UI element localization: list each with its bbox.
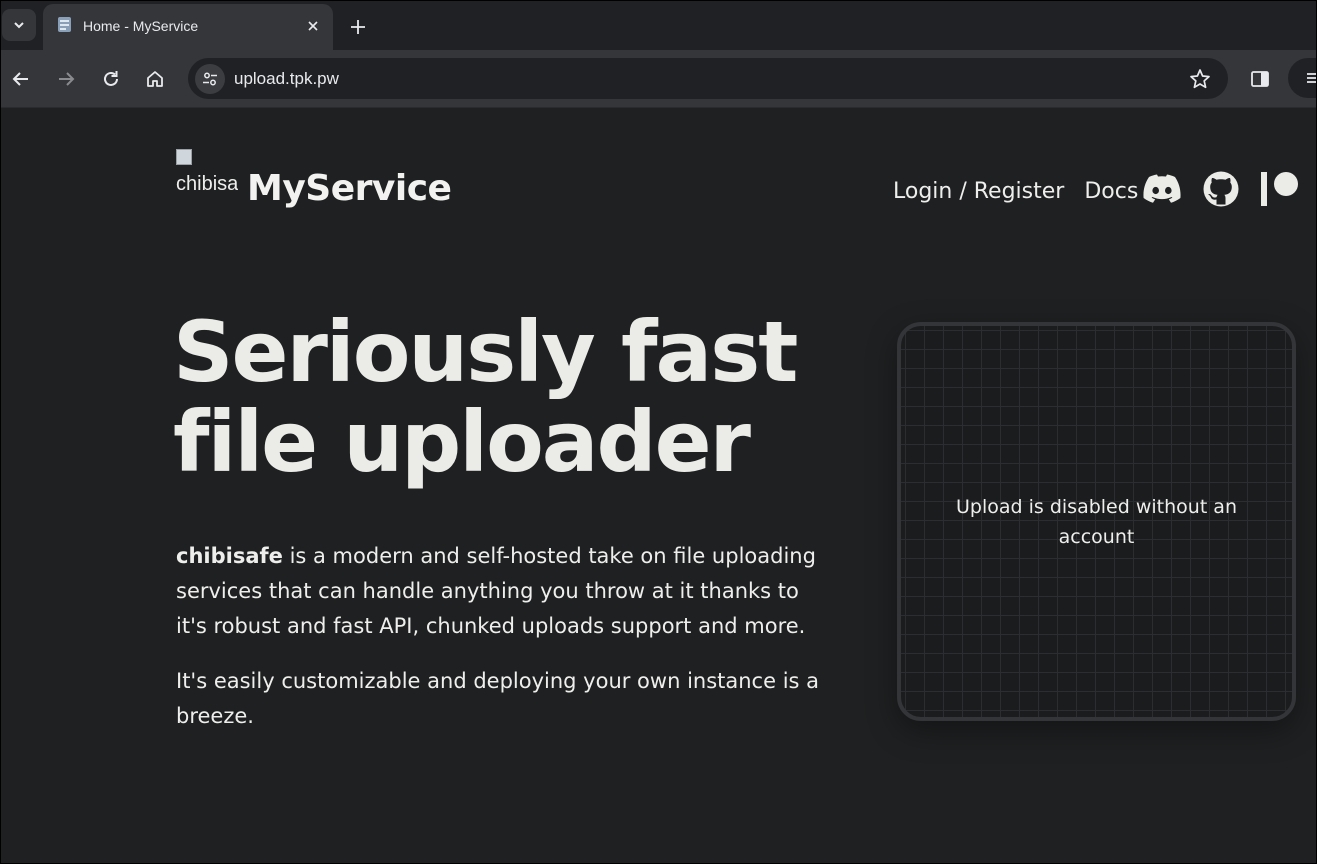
home-icon xyxy=(147,71,163,87)
arrow-right-icon xyxy=(59,72,75,86)
login-register-link[interactable]: Login / Register xyxy=(893,179,1064,204)
main-nav: Login / Register Docs xyxy=(893,173,1138,209)
back-button[interactable] xyxy=(6,64,36,94)
tab-title: Home - MyService xyxy=(83,18,199,34)
favicon-icon xyxy=(58,17,71,32)
extensions-button[interactable] xyxy=(1288,58,1316,98)
close-tab-button[interactable] xyxy=(303,16,323,36)
brand-name[interactable]: MyService xyxy=(247,168,452,209)
logo-image[interactable]: chibisafe logo xyxy=(176,149,238,227)
chevron-down-icon xyxy=(14,22,24,29)
tab-home[interactable]: Home - MyService xyxy=(43,4,333,50)
tab-strip: Home - MyService xyxy=(1,1,1316,50)
forward-button[interactable] xyxy=(51,64,81,94)
upload-dropzone[interactable]: Upload is disabled without an account xyxy=(897,322,1296,721)
reload-icon xyxy=(104,71,118,86)
site-info-button[interactable] xyxy=(195,64,225,94)
new-tab-button[interactable] xyxy=(344,13,372,41)
tab-search-button[interactable] xyxy=(2,9,36,41)
extensions-icon xyxy=(1307,73,1316,83)
close-icon xyxy=(308,21,318,31)
page-content: chibisafe logo MyService Login / Registe… xyxy=(1,109,1316,863)
arrow-left-icon xyxy=(12,72,28,86)
discord-icon[interactable] xyxy=(1143,172,1181,206)
browser-window: Home - MyService upload.tpk.pw chibisa M… xyxy=(1,1,1316,863)
docs-link[interactable]: Docs xyxy=(1084,179,1138,204)
browser-toolbar: upload.tpk.pw xyxy=(1,50,1316,108)
bookmark-button[interactable] xyxy=(1188,67,1212,91)
address-bar[interactable]: upload.tpk.pw xyxy=(188,58,1228,99)
side-panel-button[interactable] xyxy=(1245,64,1275,94)
hero-description-secondary: It's easily customizable and deploying y… xyxy=(176,669,820,728)
github-icon[interactable] xyxy=(1203,171,1239,207)
hero-description: chibisafe is a modern and self-hosted ta… xyxy=(176,539,826,644)
tune-icon xyxy=(203,72,217,86)
hero-title: Seriously fast file uploader xyxy=(173,303,798,491)
home-button[interactable] xyxy=(140,64,170,94)
patreon-icon[interactable] xyxy=(1261,171,1299,207)
logo-alt-text: chibisafe logo xyxy=(176,173,238,195)
plus-icon xyxy=(351,20,365,34)
side-panel-icon xyxy=(1251,71,1269,87)
star-icon xyxy=(1190,69,1210,89)
product-name: chibisafe xyxy=(176,544,283,568)
reload-button[interactable] xyxy=(96,64,126,94)
upload-disabled-message: Upload is disabled without an account xyxy=(956,495,1237,548)
broken-image-icon xyxy=(176,149,192,165)
url-text[interactable]: upload.tpk.pw xyxy=(234,69,339,89)
